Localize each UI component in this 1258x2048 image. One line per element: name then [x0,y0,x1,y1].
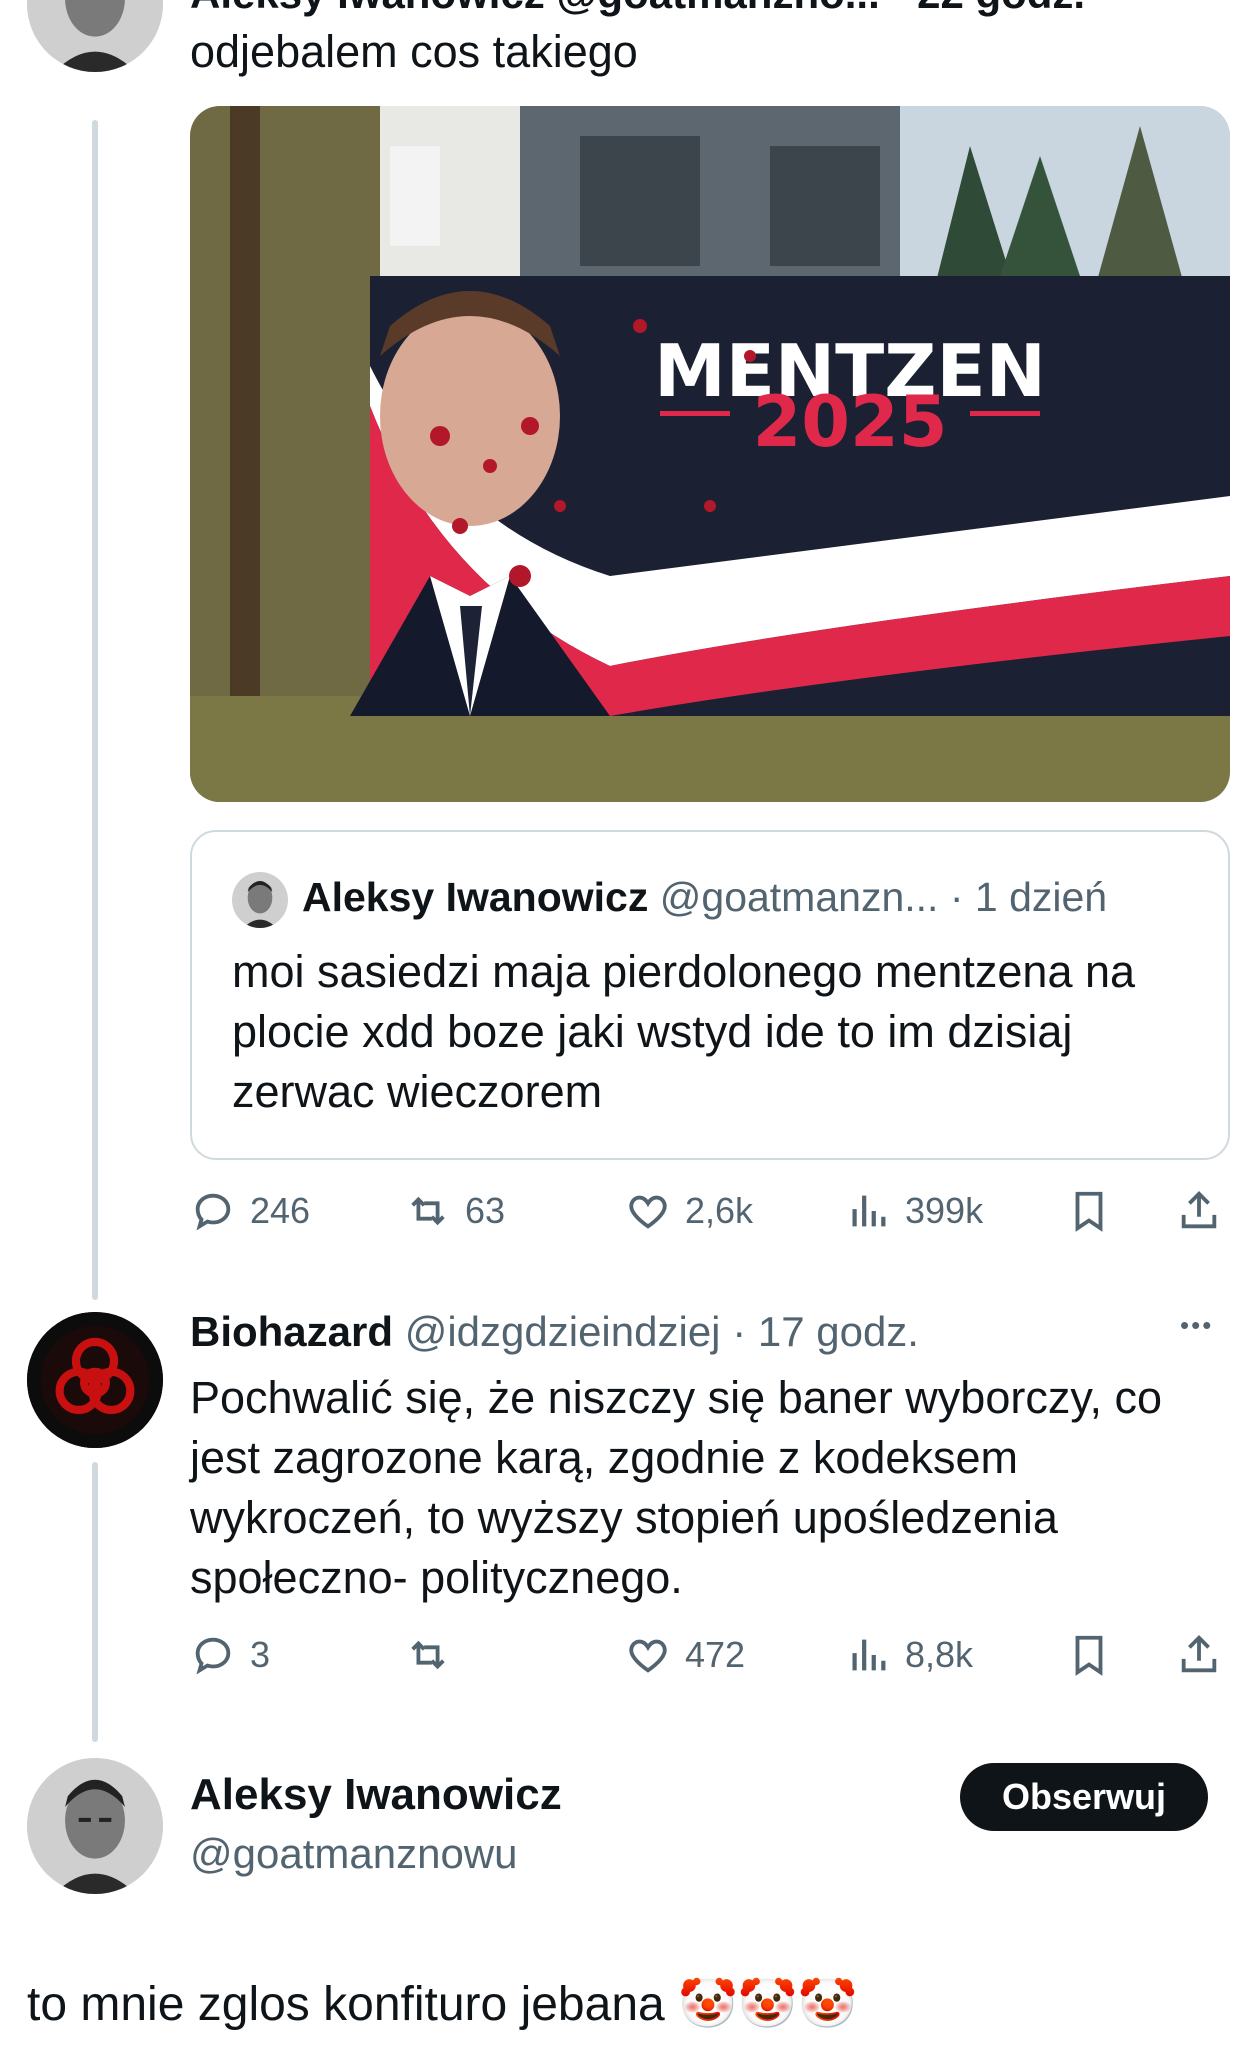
share-icon [1181,1635,1217,1673]
bookmark-button[interactable] [1066,1188,1112,1234]
avatar[interactable] [27,1758,163,1894]
reply-count: 246 [250,1190,311,1231]
thread-line [92,120,98,1300]
author-name[interactable]: Aleksy Iwanowicz [190,1770,562,1820]
retweet-icon [411,1640,445,1670]
reply-icon [195,1637,231,1675]
views-button[interactable]: 8,8k [845,1632,973,1678]
retweet-button[interactable] [405,1632,465,1678]
quoted-tweet[interactable]: Aleksy Iwanowicz @goatmanzn... · 1 dzień… [190,830,1230,1160]
tweet-text: Pochwalić się, że niszczy się baner wybo… [190,1372,1163,1603]
tweet-text: to mnie zglos konfituro jebana 🤡🤡🤡 [27,1978,858,2031]
quote-author-handle: @goatmanzn... [659,874,939,920]
like-count: 472 [685,1634,746,1675]
share-icon [1181,1191,1217,1229]
share-button[interactable] [1176,1632,1222,1678]
like-count: 2,6k [685,1190,754,1231]
bookmark-icon [1075,1635,1103,1676]
quote-author-name: Aleksy Iwanowicz [302,874,649,920]
avatar[interactable] [27,0,163,72]
reply-icon [195,1193,231,1231]
tweet-timestamp[interactable]: · 17 godz. [732,1308,919,1355]
views-count: 8,8k [905,1634,974,1675]
views-button[interactable]: 399k [845,1188,983,1234]
tweet-photo[interactable]: MENTZEN 2025 [190,106,1230,802]
author-handle[interactable]: @goatmanznowu [190,1830,518,1878]
like-button[interactable]: 472 [625,1632,745,1678]
reply-count: 3 [250,1634,271,1675]
views-icon [852,1639,886,1671]
reply-button[interactable]: 3 [190,1632,270,1678]
bookmark-icon [1075,1191,1103,1232]
avatar[interactable] [27,1312,163,1448]
tweet-header: Aleksy Iwanowicz @goatmanzno... · 22 god… [190,0,1085,18]
bookmark-button[interactable] [1066,1632,1112,1678]
quote-avatar [232,872,288,928]
author-name[interactable]: Biohazard [190,1308,393,1355]
retweet-button[interactable]: 63 [405,1188,505,1234]
retweet-count: 63 [465,1190,506,1231]
like-button[interactable]: 2,6k [625,1188,753,1234]
views-count: 399k [905,1190,984,1231]
author-handle[interactable]: @idzgdzieindziej [405,1308,721,1355]
retweet-icon [411,1196,445,1226]
thread-line [92,1462,98,1742]
banner-year: 2025 [753,381,948,463]
like-icon [629,1195,667,1229]
share-button[interactable] [1176,1188,1222,1234]
like-icon [629,1639,667,1673]
biohazard-icon [27,1312,163,1448]
quote-timestamp: · 1 dzień [949,874,1108,920]
quote-text: moi sasiedzi maja pierdolonego mentzena … [232,946,1136,1117]
follow-button[interactable]: Obserwuj [960,1763,1208,1831]
views-icon [852,1195,886,1227]
reply-button[interactable]: 246 [190,1188,310,1234]
more-options-button[interactable]: ••• [1180,1310,1213,1341]
tweet-text: odjebalem cos takiego [190,26,638,77]
